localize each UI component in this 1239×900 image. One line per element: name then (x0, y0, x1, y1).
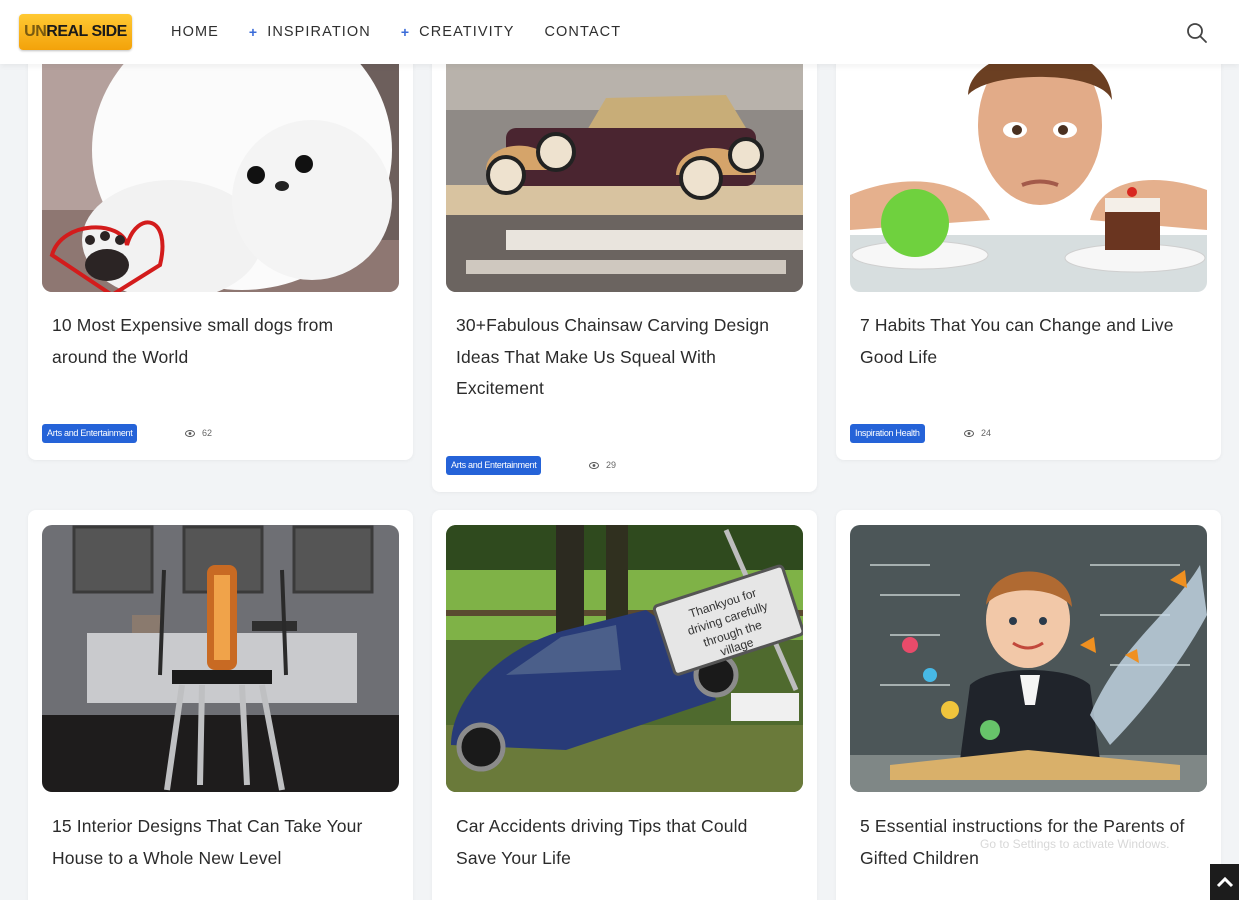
view-count-value: 62 (202, 428, 213, 438)
nav-contact-label: CONTACT (544, 24, 622, 40)
eye-icon (185, 429, 195, 437)
post-thumbnail-dog[interactable] (42, 40, 399, 292)
view-count-value: 29 (606, 460, 617, 470)
nav-creativity[interactable]: + CREATIVITY (401, 24, 515, 40)
post-title[interactable]: Car Accidents driving Tips that Could Sa… (456, 811, 786, 874)
post-card[interactable]: Thankyou for driving carefully through t… (432, 510, 817, 900)
view-count: 29 (589, 460, 616, 470)
post-thumbnail-carving[interactable] (446, 40, 803, 292)
nav-inspiration-label: INSPIRATION (267, 24, 371, 40)
post-thumbnail-habits[interactable] (850, 40, 1207, 292)
view-count: 62 (185, 428, 212, 438)
back-to-top-button[interactable] (1210, 864, 1239, 900)
nav-home[interactable]: HOME (171, 24, 219, 40)
post-title[interactable]: 15 Interior Designs That Can Take Your H… (52, 811, 382, 874)
plus-icon: + (400, 24, 411, 40)
logo-text: REAL SIDE (46, 23, 127, 40)
view-count: 24 (964, 428, 991, 438)
logo-prefix: UN (24, 23, 47, 40)
nav-creativity-label: CREATIVITY (419, 24, 515, 40)
eye-icon (589, 461, 599, 469)
windows-activation-watermark: Go to Settings to activate Windows. (980, 837, 1170, 851)
chevron-up-icon (1216, 876, 1233, 888)
nav-home-label: HOME (171, 24, 219, 40)
post-title[interactable]: 30+Fabulous Chainsaw Carving Design Idea… (456, 310, 786, 405)
category-tag[interactable]: Inspiration Health (850, 424, 925, 443)
site-header: UN REAL SIDE HOME + INSPIRATION + CREATIV… (0, 0, 1239, 64)
category-tag[interactable]: Arts and Entertainment (42, 424, 138, 443)
post-thumbnail-interior[interactable] (42, 525, 399, 792)
search-icon (1187, 23, 1207, 43)
post-card[interactable]: 10 Most Expensive small dogs from around… (28, 40, 413, 460)
post-card[interactable]: 15 Interior Designs That Can Take Your H… (28, 510, 413, 900)
main-nav: HOME + INSPIRATION + CREATIVITY CONTACT (171, 0, 651, 64)
post-thumbnail-car-accident[interactable]: Thankyou for driving carefully through t… (446, 525, 803, 792)
search-button[interactable] (1185, 21, 1209, 45)
site-logo[interactable]: UN REAL SIDE (19, 14, 132, 50)
category-tag[interactable]: Arts and Entertainment (446, 456, 542, 475)
post-card[interactable]: 30+Fabulous Chainsaw Carving Design Idea… (432, 40, 817, 492)
post-title[interactable]: 10 Most Expensive small dogs from around… (52, 310, 382, 373)
post-card[interactable]: 7 Habits That You can Change and Live Go… (836, 40, 1221, 460)
nav-inspiration[interactable]: + INSPIRATION (249, 24, 371, 40)
view-count-value: 24 (981, 428, 992, 438)
post-title[interactable]: 7 Habits That You can Change and Live Go… (860, 310, 1190, 373)
plus-icon: + (248, 24, 259, 40)
nav-contact[interactable]: CONTACT (544, 24, 621, 40)
eye-icon (964, 429, 974, 437)
post-thumbnail-gifted-children[interactable] (850, 525, 1207, 792)
